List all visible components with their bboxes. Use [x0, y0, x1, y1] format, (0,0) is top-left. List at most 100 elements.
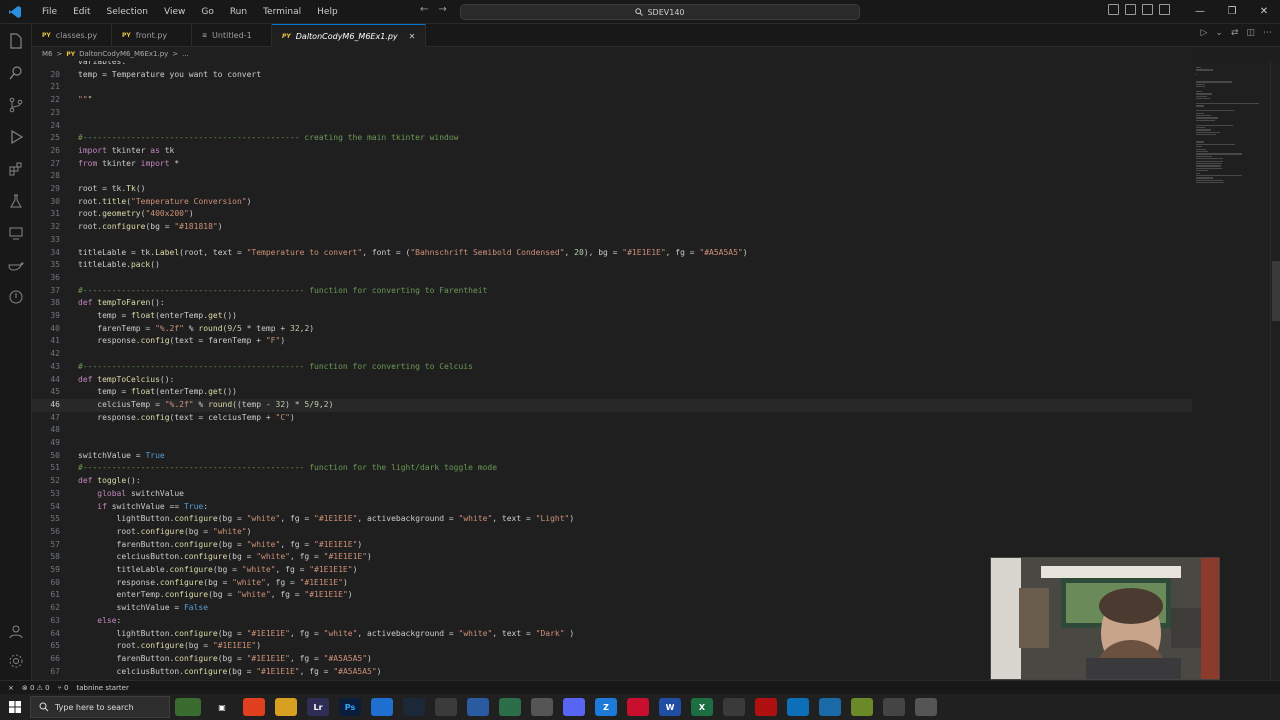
menu-selection[interactable]: Selection [99, 0, 156, 24]
app-icon[interactable] [723, 698, 745, 716]
code-line[interactable]: 24 [32, 120, 1192, 133]
remote-indicator-icon[interactable]: ⨯ [8, 684, 14, 692]
breadcrumb-folder[interactable]: M6 [42, 50, 53, 58]
editor-scrollbar[interactable] [1270, 61, 1280, 680]
app-icon[interactable] [531, 698, 553, 716]
close-window-button[interactable]: ✕ [1248, 0, 1280, 24]
search-icon[interactable] [7, 64, 25, 82]
code-text[interactable]: root.configure(bg = "#1E1E1E") [78, 640, 262, 653]
command-center-search[interactable]: SDEV140 [460, 4, 860, 20]
code-text[interactable]: def tempToFaren(): [78, 297, 165, 310]
code-text[interactable]: if switchValue == True: [78, 501, 208, 514]
docker-icon[interactable] [7, 256, 25, 274]
code-text[interactable]: def tempToCelcius(): [78, 374, 174, 387]
code-line[interactable]: 35 titleLable.pack() [32, 259, 1192, 272]
taskbar-search-box[interactable]: Type here to search [30, 696, 170, 718]
tab-classes-py[interactable]: PY classes.py [32, 24, 112, 47]
code-line[interactable]: 43 #-------------------------------------… [32, 361, 1192, 374]
code-text[interactable]: #---------------------------------------… [78, 132, 459, 145]
minimize-button[interactable]: — [1184, 0, 1216, 24]
task-view-icon[interactable]: ▣ [211, 698, 233, 716]
code-text[interactable]: response.configure(bg = "white", fg = "#… [78, 577, 348, 590]
code-text[interactable]: farenButton.configure(bg = "white", fg =… [78, 539, 363, 552]
code-text[interactable]: root.configure(bg = "white") [78, 526, 252, 539]
more-actions-icon[interactable]: ⋯ [1263, 28, 1272, 38]
code-text[interactable]: farenTemp = "%.2f" % round(9/5 * temp + … [78, 323, 314, 336]
app-icon[interactable] [627, 698, 649, 716]
tabnine-status[interactable]: tabnine starter [77, 684, 129, 692]
app-icon[interactable] [467, 698, 489, 716]
code-line[interactable]: 53 global switchValue [32, 488, 1192, 501]
app-icon[interactable] [819, 698, 841, 716]
code-text[interactable]: enterTemp.configure(bg = "white", fg = "… [78, 589, 353, 602]
explorer-icon[interactable] [7, 32, 25, 50]
app-icon[interactable] [883, 698, 905, 716]
code-text[interactable]: #---------------------------------------… [78, 361, 473, 374]
word-icon[interactable]: W [659, 698, 681, 716]
lightroom-icon[interactable]: Lr [307, 698, 329, 716]
code-text[interactable]: response.config(text = farenTemp + "F") [78, 335, 285, 348]
menu-file[interactable]: File [34, 0, 65, 24]
toggle-sidebar-icon[interactable] [1108, 4, 1119, 15]
account-icon[interactable] [7, 622, 25, 640]
customize-layout-icon[interactable] [1159, 4, 1170, 15]
code-text[interactable]: def toggle(): [78, 475, 141, 488]
code-line[interactable]: 55 lightButton.configure(bg = "white", f… [32, 513, 1192, 526]
file-explorer-icon[interactable] [275, 698, 297, 716]
split-editor-icon[interactable]: ◫ [1246, 28, 1255, 38]
code-text[interactable]: response.config(text = celciusTemp + "C"… [78, 412, 295, 425]
code-line[interactable]: 51 #-------------------------------------… [32, 462, 1192, 475]
scrollbar-thumb[interactable] [1272, 261, 1280, 321]
code-text[interactable]: farenButton.configure(bg = "#1E1E1E", fg… [78, 653, 372, 666]
run-file-icon[interactable]: ▷ [1200, 28, 1207, 38]
zoom-icon[interactable]: Z [595, 698, 617, 716]
run-debug-icon[interactable] [7, 128, 25, 146]
excel-icon[interactable]: X [691, 698, 713, 716]
breadcrumb-more[interactable]: ... [182, 50, 189, 58]
app-icon[interactable] [755, 698, 777, 716]
toggle-secondary-sidebar-icon[interactable] [1142, 4, 1153, 15]
menu-help[interactable]: Help [309, 0, 346, 24]
code-text[interactable]: #---------------------------------------… [78, 285, 487, 298]
app-icon[interactable] [499, 698, 521, 716]
code-line[interactable]: 47 response.config(text = celciusTemp + … [32, 412, 1192, 425]
source-control-icon[interactable] [7, 96, 25, 114]
code-line[interactable]: 50 switchValue = True [32, 450, 1192, 463]
code-line[interactable]: 48 [32, 424, 1192, 437]
problems-count[interactable]: ⊗ 0 ⚠ 0 [22, 684, 50, 692]
code-line[interactable]: 31 root.geometry("400x200") [32, 208, 1192, 221]
code-text[interactable]: titleLable = tk.Label(root, text = "Temp… [78, 247, 748, 260]
app-icon[interactable] [851, 698, 873, 716]
code-line[interactable]: 25 #-------------------------------------… [32, 132, 1192, 145]
tab-untitled-1[interactable]: ≡ Untitled-1 [192, 24, 272, 47]
maximize-button[interactable]: ❐ [1216, 0, 1248, 24]
edge-browser-icon[interactable] [787, 698, 809, 716]
code-line[interactable]: 46 celciusTemp = "%.2f" % round((temp - … [32, 398, 1192, 412]
tab-daltoncody-m6[interactable]: PY DaltonCodyM6_M6Ex1.py ✕ [272, 24, 427, 47]
code-line[interactable]: 34 titleLable = tk.Label(root, text = "Te… [32, 247, 1192, 260]
menu-run[interactable]: Run [222, 0, 255, 24]
code-line[interactable]: 52 def toggle(): [32, 475, 1192, 488]
ports-count[interactable]: ⑂ 0 [58, 684, 69, 692]
code-text[interactable]: else: [78, 615, 121, 628]
vscode-taskbar-icon[interactable] [371, 698, 393, 716]
code-line[interactable]: 28 [32, 170, 1192, 183]
widget-icon[interactable] [175, 698, 201, 716]
code-text[interactable]: """ [78, 94, 92, 107]
code-text[interactable]: import tkinter as tk [78, 145, 174, 158]
extensions-icon[interactable] [7, 160, 25, 178]
code-line[interactable]: 20 temp = Temperature you want to convert [32, 69, 1192, 82]
code-text[interactable]: titleLable.configure(bg = "white", fg = … [78, 564, 358, 577]
code-line[interactable]: 23 [32, 107, 1192, 120]
code-line[interactable]: 44 def tempToCelcius(): [32, 374, 1192, 387]
run-dropdown-icon[interactable]: ⌄ [1215, 28, 1223, 38]
code-text[interactable]: temp = float(enterTemp.get()) [78, 310, 237, 323]
code-line[interactable]: 30 root.title("Temperature Conversion") [32, 196, 1192, 209]
code-line[interactable]: 36 [32, 272, 1192, 285]
discord-icon[interactable] [563, 698, 585, 716]
toggle-panel-icon[interactable] [1125, 4, 1136, 15]
code-text[interactable]: root.geometry("400x200") [78, 208, 194, 221]
code-text[interactable]: root.title("Temperature Conversion") [78, 196, 251, 209]
app-icon[interactable] [915, 698, 937, 716]
compare-changes-icon[interactable]: ⇄ [1231, 28, 1239, 38]
